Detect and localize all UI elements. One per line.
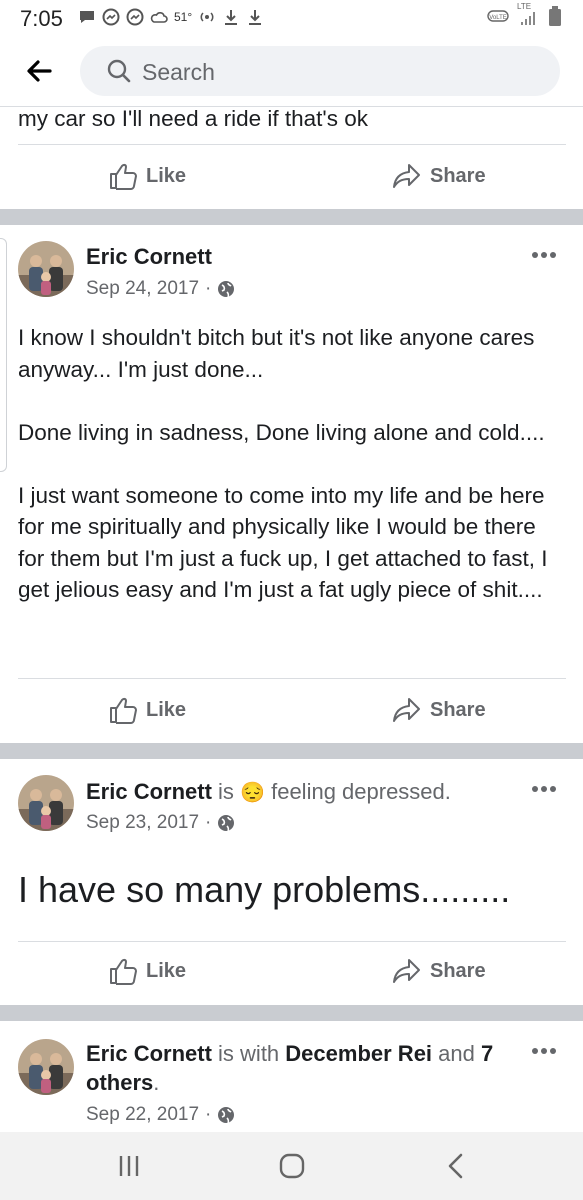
post-author: Eric Cornett is with December Rei and 7 … <box>86 1039 526 1097</box>
cloud-icon <box>150 12 168 23</box>
home-icon[interactable] <box>275 1150 309 1182</box>
meta-separator: · <box>205 278 212 299</box>
back-icon[interactable] <box>440 1150 474 1182</box>
like-label: Like <box>146 698 187 721</box>
connector-text: is with <box>218 1041 280 1066</box>
like-label: Like <box>146 164 187 187</box>
search-input[interactable]: Search <box>80 46 560 96</box>
meta-separator: · <box>205 1104 212 1125</box>
author-name[interactable]: Eric Cornett <box>86 1041 212 1066</box>
period: . <box>153 1070 160 1095</box>
like-button[interactable]: Like <box>108 695 186 725</box>
post-meta: Sep 22, 2017 · <box>86 1104 235 1126</box>
messenger-icon <box>102 8 120 26</box>
share-icon <box>393 164 420 188</box>
share-icon <box>393 959 420 983</box>
back-arrow-icon[interactable] <box>24 56 54 86</box>
feed-divider <box>0 209 583 225</box>
prev-post-text: my car so I'll need a ride if that's ok <box>18 106 368 131</box>
connector-text: is <box>218 779 234 804</box>
share-button[interactable]: Share <box>392 956 486 986</box>
separator-line <box>18 941 566 942</box>
signal-icon: LTE <box>517 2 541 26</box>
system-nav-bar <box>0 1132 583 1200</box>
like-icon <box>110 958 137 985</box>
status-time: 7:05 <box>20 6 63 31</box>
post-meta: Sep 24, 2017 · <box>86 278 235 300</box>
prev-post-card: my car so I'll need a ride if that's ok … <box>0 106 583 209</box>
post-date[interactable]: Sep 24, 2017 <box>86 278 199 300</box>
feeling-text[interactable]: feeling depressed. <box>271 779 451 804</box>
and-text: and <box>438 1041 475 1066</box>
chat-icon <box>80 11 94 23</box>
globe-icon <box>218 281 235 298</box>
like-icon <box>110 163 137 190</box>
status-system-icons: VoLTE LTE <box>487 2 561 26</box>
post-card: Eric Cornett Sep 24, 2017 · I know I sho… <box>0 225 583 743</box>
author-name[interactable]: Eric Cornett <box>86 244 212 269</box>
like-button[interactable]: Like <box>108 956 186 986</box>
author-avatar[interactable] <box>18 241 74 297</box>
meta-separator: · <box>205 812 212 833</box>
avatar-photo <box>18 775 74 831</box>
status-notification-icons: 51° <box>78 8 264 26</box>
more-options-icon[interactable] <box>531 1046 557 1056</box>
post-date[interactable]: Sep 22, 2017 <box>86 1104 199 1126</box>
search-placeholder: Search <box>142 59 215 85</box>
author-name[interactable]: Eric Cornett <box>86 779 212 804</box>
like-icon <box>110 697 137 724</box>
status-temperature: 51° <box>174 10 193 24</box>
share-label: Share <box>430 164 486 187</box>
post-body-text: I know I shouldn't bitch but it's not li… <box>18 325 548 602</box>
feeling-emoji: 😔 <box>240 782 265 804</box>
feed-divider <box>0 1005 583 1021</box>
author-avatar[interactable] <box>18 775 74 831</box>
share-icon <box>393 698 420 722</box>
separator-line <box>18 144 566 145</box>
like-button[interactable]: Like <box>108 161 186 191</box>
more-options-icon[interactable] <box>531 250 557 260</box>
edge-panel-handle[interactable] <box>0 238 7 472</box>
status-bar: 7:05 51° VoLTE LTE <box>0 0 583 36</box>
search-header: Search <box>0 36 583 106</box>
separator-line <box>18 678 566 679</box>
share-button[interactable]: Share <box>392 161 486 191</box>
post-body-text: I have so many problems......... <box>18 869 511 910</box>
post-author: Eric Cornett is 😔 feeling depressed. <box>86 777 526 808</box>
svg-text:VoLTE: VoLTE <box>489 15 507 21</box>
tagged-friend[interactable]: December Rei <box>285 1041 432 1066</box>
hotspot-icon <box>200 12 214 22</box>
messenger-icon <box>126 8 144 26</box>
avatar-photo <box>18 241 74 297</box>
feed-divider <box>0 743 583 759</box>
share-label: Share <box>430 959 486 982</box>
volte-icon: VoLTE <box>487 10 509 22</box>
more-options-icon[interactable] <box>531 784 557 794</box>
post-card: Eric Cornett is with December Rei and 7 … <box>0 1021 583 1132</box>
recents-icon[interactable] <box>112 1150 146 1182</box>
share-button[interactable]: Share <box>392 695 486 725</box>
post-card: Eric Cornett is 😔 feeling depressed. Sep… <box>0 759 583 1005</box>
avatar-photo <box>18 1039 74 1095</box>
search-icon <box>107 59 131 83</box>
like-label: Like <box>146 959 187 982</box>
share-label: Share <box>430 698 486 721</box>
post-meta: Sep 23, 2017 · <box>86 812 235 834</box>
post-date[interactable]: Sep 23, 2017 <box>86 812 199 834</box>
battery-icon <box>549 6 561 26</box>
globe-icon <box>218 815 235 832</box>
download-icon <box>225 10 238 25</box>
download-icon <box>249 10 262 25</box>
globe-icon <box>218 1107 235 1124</box>
post-author[interactable]: Eric Cornett <box>86 242 526 271</box>
author-avatar[interactable] <box>18 1039 74 1095</box>
